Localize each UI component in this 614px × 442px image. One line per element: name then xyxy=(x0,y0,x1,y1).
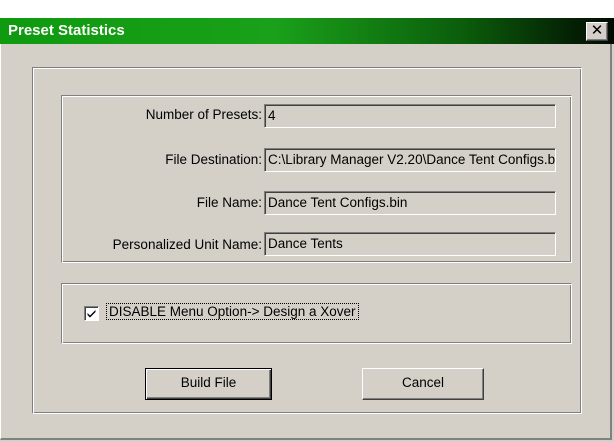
num-presets-field[interactable]: 4 xyxy=(264,104,556,128)
file-destination-label: File Destination: xyxy=(165,152,262,167)
disable-xover-checkbox[interactable] xyxy=(84,306,99,321)
close-icon: ✕ xyxy=(590,22,604,39)
close-button[interactable]: ✕ xyxy=(586,22,608,41)
unit-name-label: Personalized Unit Name: xyxy=(112,237,262,252)
file-name-label: File Name: xyxy=(196,195,262,210)
num-presets-label: Number of Presets: xyxy=(145,107,262,122)
file-name-field[interactable]: Dance Tent Configs.bin xyxy=(264,191,556,215)
title-bar[interactable]: Preset Statistics ✕ xyxy=(0,18,614,44)
build-file-button[interactable]: Build File xyxy=(145,368,272,400)
disable-xover-label[interactable]: DISABLE Menu Option-> Design a Xover xyxy=(106,303,359,320)
checkmark-icon xyxy=(87,310,96,318)
file-destination-field[interactable]: C:\Library Manager V2.20\Dance Tent Conf… xyxy=(264,148,556,172)
dialog-title: Preset Statistics xyxy=(8,22,125,39)
unit-name-field[interactable]: Dance Tents xyxy=(264,232,556,256)
preset-statistics-dialog: Preset Statistics ✕ Number of Presets: 4… xyxy=(0,0,614,442)
cancel-button[interactable]: Cancel xyxy=(362,368,484,400)
top-strip xyxy=(0,0,614,18)
